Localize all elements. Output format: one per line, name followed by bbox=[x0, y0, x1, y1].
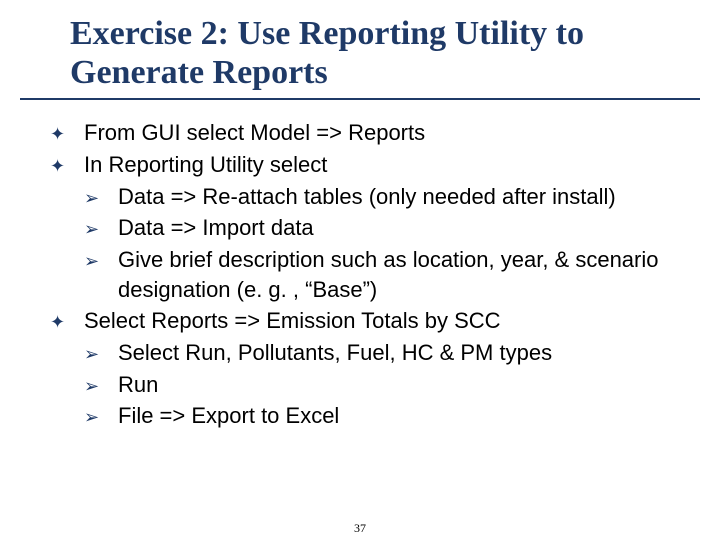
list-subitem: ➢ Give brief description such as locatio… bbox=[84, 245, 670, 304]
list-subitem-text: Run bbox=[118, 370, 670, 400]
list-subitem: ➢ File => Export to Excel bbox=[84, 401, 670, 431]
bullet-icon: ✦ bbox=[50, 150, 84, 178]
page-number: 37 bbox=[0, 521, 720, 536]
list-item-text: In Reporting Utility select bbox=[84, 150, 670, 180]
list-subitem-text: Data => Import data bbox=[118, 213, 670, 243]
list-subitem: ➢ Select Run, Pollutants, Fuel, HC & PM … bbox=[84, 338, 670, 368]
list-item-text: From GUI select Model => Reports bbox=[84, 118, 670, 148]
list-subitem: ➢ Run bbox=[84, 370, 670, 400]
sub-bullet-icon: ➢ bbox=[84, 338, 118, 366]
list-item: ✦ Select Reports => Emission Totals by S… bbox=[50, 306, 670, 336]
list-subitem: ➢ Data => Re-attach tables (only needed … bbox=[84, 182, 670, 212]
sub-bullet-icon: ➢ bbox=[84, 213, 118, 241]
slide-content: ✦ From GUI select Model => Reports ✦ In … bbox=[50, 118, 670, 431]
slide: Exercise 2: Use Reporting Utility to Gen… bbox=[0, 14, 720, 540]
list-subitem-text: Data => Re-attach tables (only needed af… bbox=[118, 182, 670, 212]
list-subitem: ➢ Data => Import data bbox=[84, 213, 670, 243]
bullet-icon: ✦ bbox=[50, 118, 84, 146]
list-subitem-text: Give brief description such as location,… bbox=[118, 245, 670, 304]
list-subitem-text: Select Run, Pollutants, Fuel, HC & PM ty… bbox=[118, 338, 670, 368]
sub-bullet-icon: ➢ bbox=[84, 370, 118, 398]
sub-bullet-icon: ➢ bbox=[84, 245, 118, 273]
list-item: ✦ In Reporting Utility select bbox=[50, 150, 670, 180]
list-item-text: Select Reports => Emission Totals by SCC bbox=[84, 306, 670, 336]
sub-bullet-icon: ➢ bbox=[84, 401, 118, 429]
list-item: ✦ From GUI select Model => Reports bbox=[50, 118, 670, 148]
slide-title: Exercise 2: Use Reporting Utility to Gen… bbox=[70, 14, 660, 92]
bullet-icon: ✦ bbox=[50, 306, 84, 334]
sub-bullet-icon: ➢ bbox=[84, 182, 118, 210]
list-subitem-text: File => Export to Excel bbox=[118, 401, 670, 431]
title-underline bbox=[20, 98, 700, 100]
